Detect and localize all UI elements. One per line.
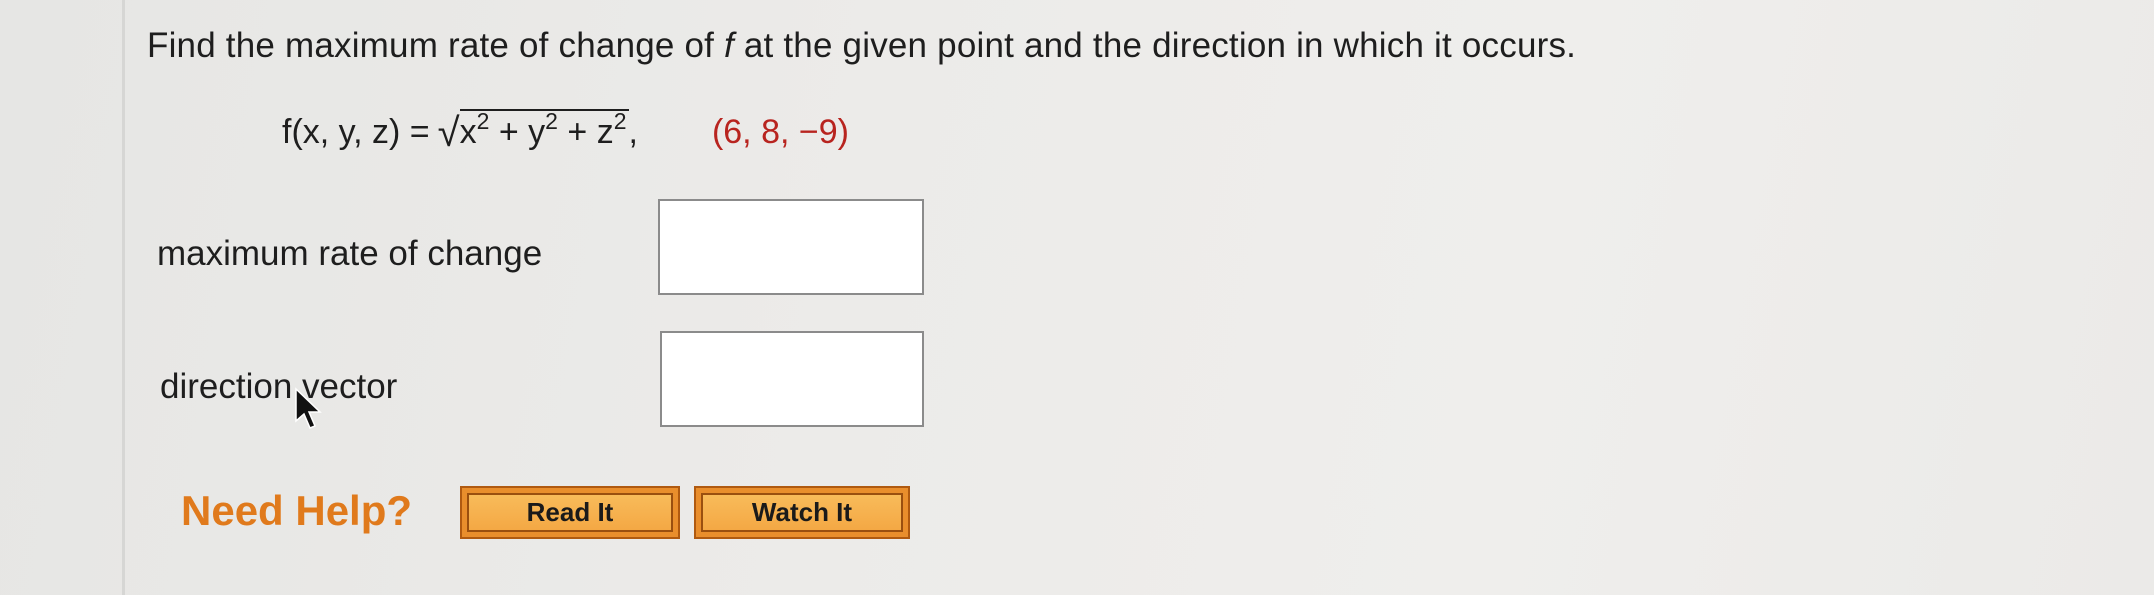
formula-comma: , bbox=[628, 113, 638, 151]
exponent-x: 2 bbox=[476, 108, 490, 134]
formula-lhs: f(x, y, z) = bbox=[282, 113, 430, 151]
read-it-label: Read It bbox=[467, 493, 673, 532]
exponent-y: 2 bbox=[545, 108, 558, 134]
question-text-after: at the given point and the direction in … bbox=[733, 26, 1577, 65]
radicand-x: x bbox=[459, 113, 477, 151]
max-rate-label: maximum rate of change bbox=[157, 234, 543, 273]
page-left-border bbox=[122, 0, 125, 595]
radicand-z: + z bbox=[557, 113, 614, 151]
mouse-pointer-icon bbox=[295, 387, 322, 429]
radicand-y: + y bbox=[489, 113, 546, 151]
function-variable: f bbox=[724, 26, 734, 65]
function-formula: f(x, y, z) = √ x2 + y2 + z2 , (6, 8, −9) bbox=[282, 108, 849, 155]
square-root: √ x2 + y2 + z2 bbox=[437, 108, 629, 155]
read-it-button[interactable]: Read It bbox=[460, 486, 680, 539]
max-rate-input[interactable] bbox=[658, 199, 924, 295]
watch-it-button[interactable]: Watch It bbox=[694, 486, 910, 539]
given-point: (6, 8, −9) bbox=[711, 113, 849, 151]
need-help-title: Need Help? bbox=[181, 487, 413, 534]
question-text: Find the maximum rate of change of f at … bbox=[147, 26, 1576, 66]
exponent-z: 2 bbox=[613, 108, 627, 134]
square-root-sign: √ bbox=[437, 111, 460, 155]
direction-vector-input[interactable] bbox=[660, 331, 924, 427]
question-text-before: Find the maximum rate of change of bbox=[147, 26, 724, 65]
watch-it-label: Watch It bbox=[701, 493, 903, 532]
radicand: x2 + y2 + z2 bbox=[459, 108, 629, 152]
direction-vector-label: direction vector bbox=[160, 367, 398, 406]
